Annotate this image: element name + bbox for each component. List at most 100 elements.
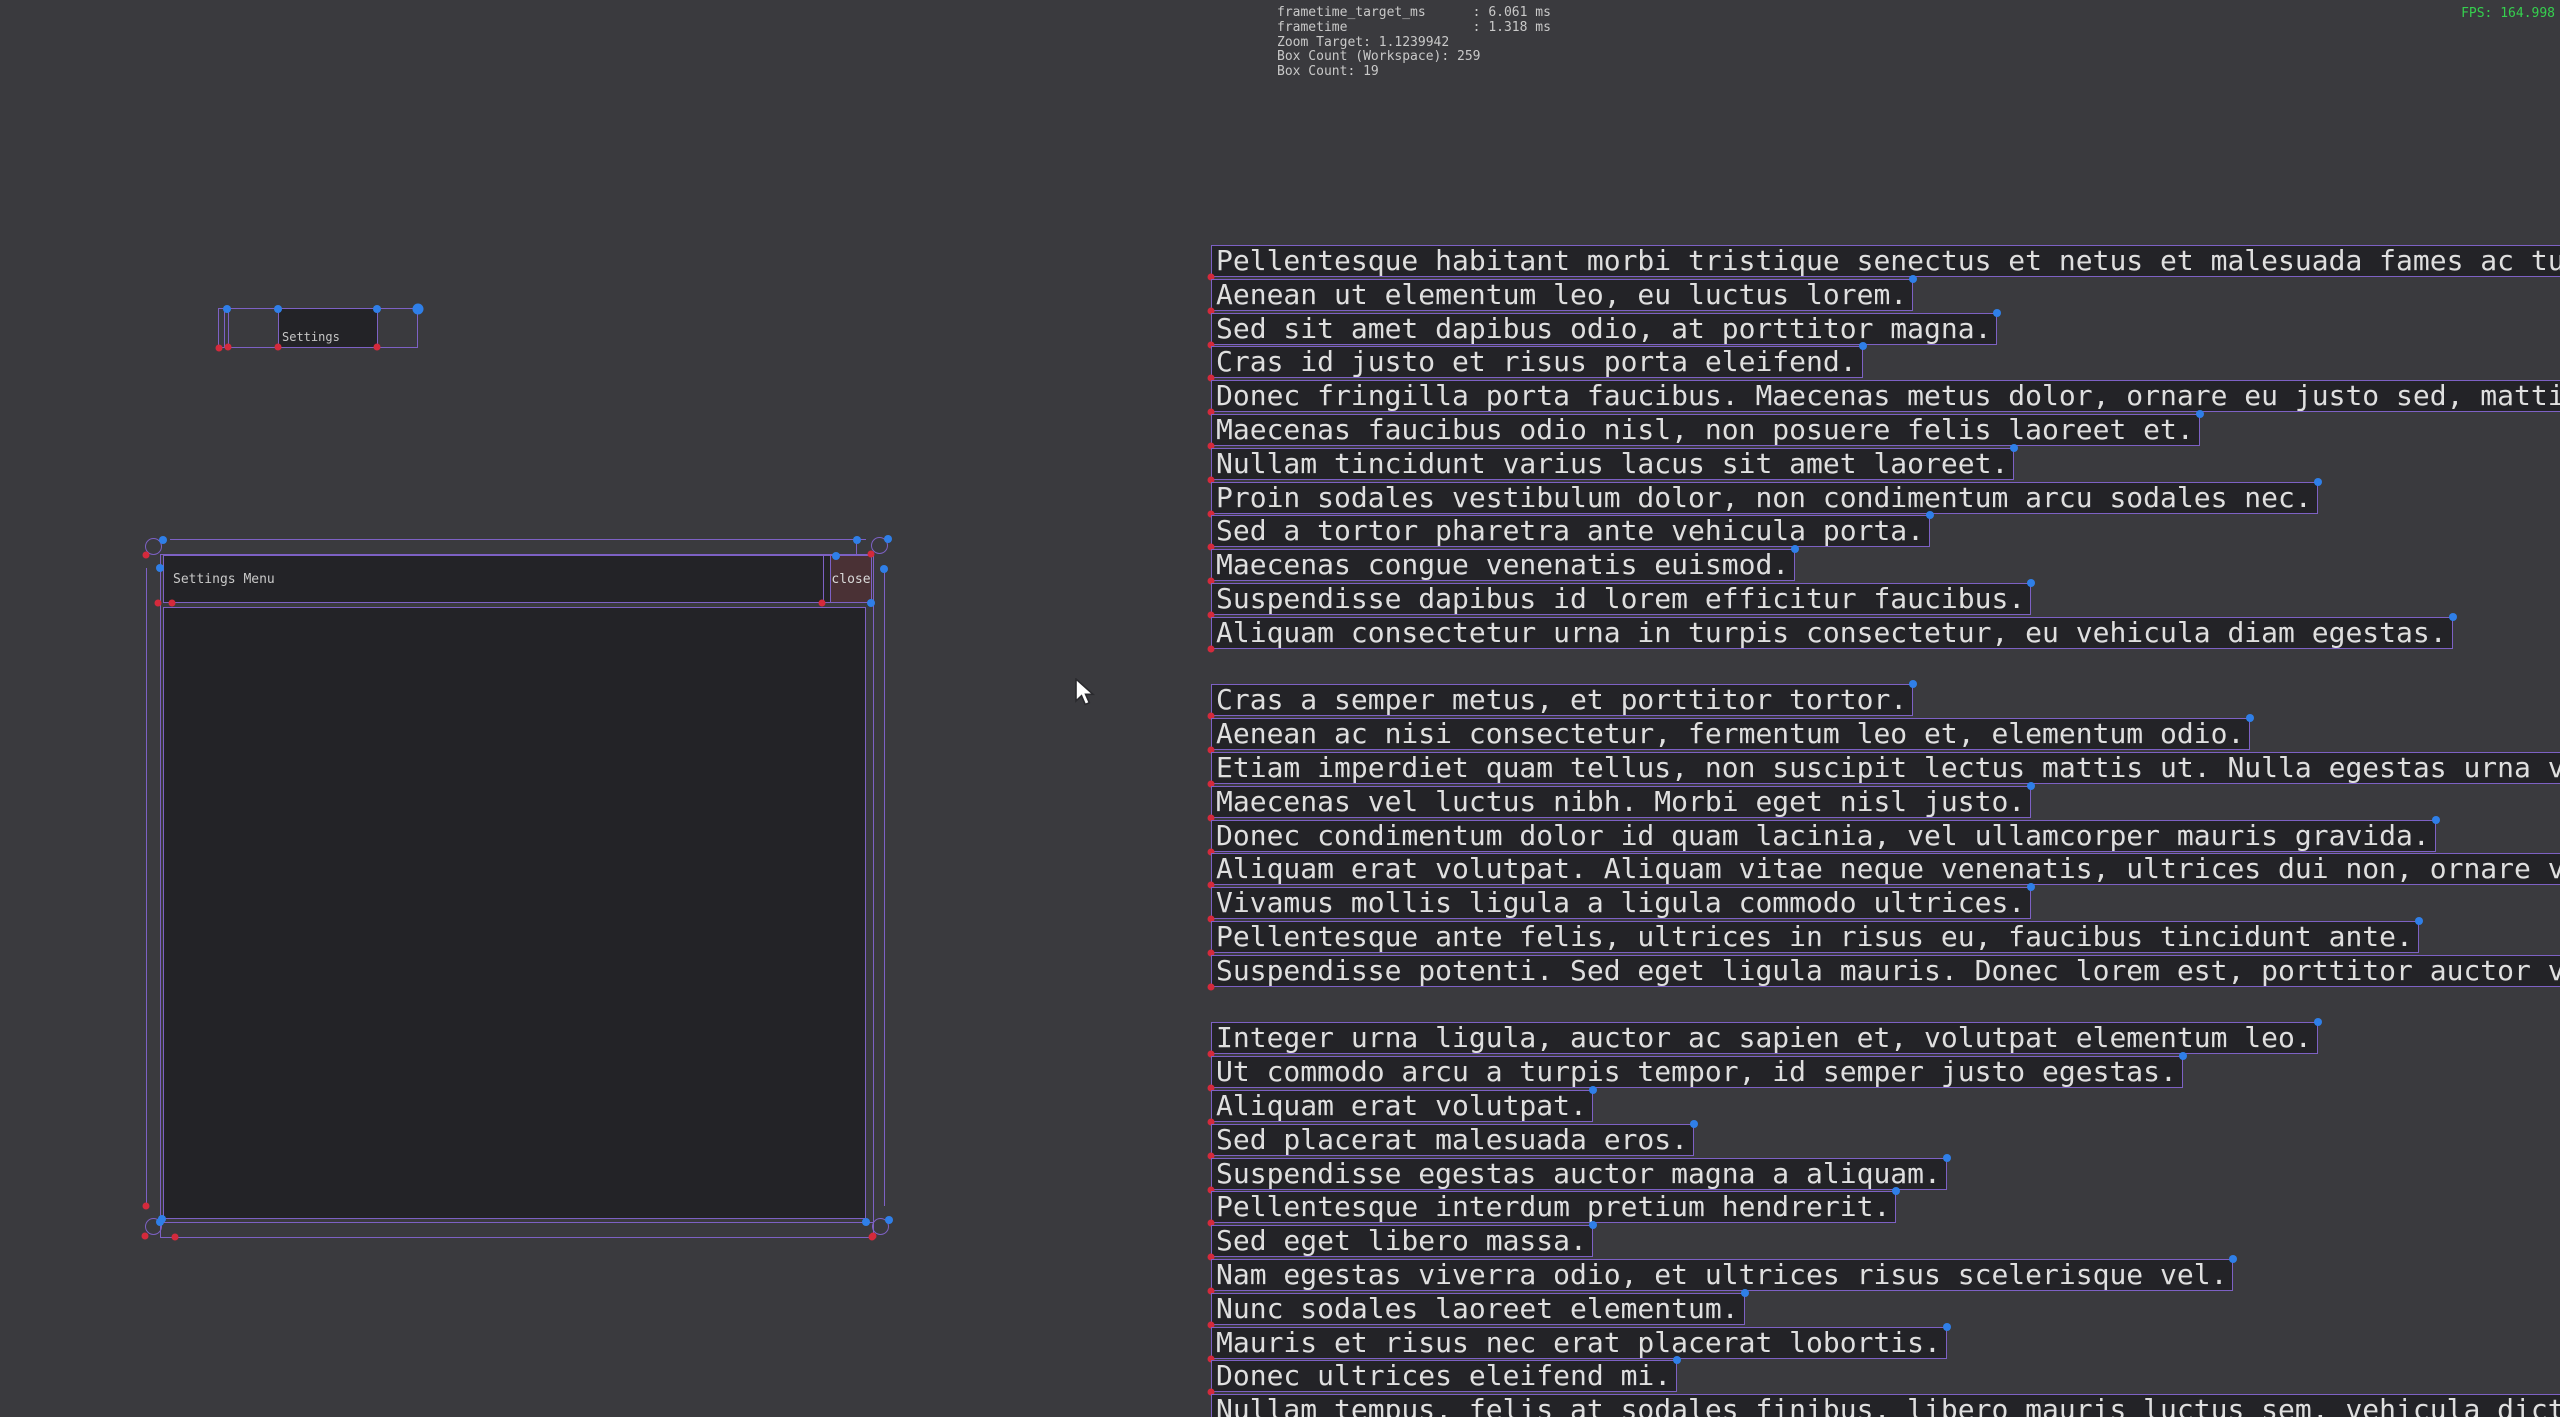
handle-dot-blue[interactable] <box>1690 1120 1698 1128</box>
handle-dot-red[interactable] <box>868 551 875 558</box>
handle-dot-blue[interactable] <box>2027 579 2035 587</box>
text-line-box[interactable]: Donec fringilla porta faucibus. Maecenas… <box>1211 380 2560 412</box>
handle-dot-blue[interactable] <box>373 305 381 313</box>
text-line-box[interactable]: Donec ultrices eleifend mi. <box>1211 1360 1677 1392</box>
panel-content-area[interactable] <box>163 607 866 1219</box>
handle-dot-blue[interactable] <box>1943 1154 1951 1162</box>
text-line-box[interactable]: Mauris et risus nec erat placerat lobort… <box>1211 1327 1947 1359</box>
text-line-box[interactable]: Pellentesque ante felis, ultrices in ris… <box>1211 921 2419 953</box>
handle-dot-red[interactable] <box>225 344 232 351</box>
handle-dot-blue[interactable] <box>2449 613 2457 621</box>
workspace[interactable]: frametime_target_ms : 6.061 ms frametime… <box>0 0 2560 1417</box>
handle-dot-blue[interactable] <box>1909 275 1917 283</box>
handle-dot-blue[interactable] <box>223 305 231 313</box>
handle-dot-blue[interactable] <box>1589 1221 1597 1229</box>
text-line-box[interactable]: Sed eget libero massa. <box>1211 1225 1593 1257</box>
text-line-box[interactable]: Pellentesque habitant morbi tristique se… <box>1211 245 2560 277</box>
text-line-box[interactable]: Donec condimentum dolor id quam lacinia,… <box>1211 820 2436 852</box>
handle-dot-blue[interactable] <box>885 1216 893 1224</box>
handle-dot-blue[interactable] <box>2314 1018 2322 1026</box>
handle-dot-red[interactable] <box>142 1233 149 1240</box>
text-line: Maecenas faucibus odio nisl, non posuere… <box>1216 413 2194 446</box>
close-button[interactable]: close <box>830 555 872 603</box>
handle-dot-blue[interactable] <box>880 565 888 573</box>
handle-dot-blue[interactable] <box>867 599 875 607</box>
text-line-box[interactable]: Etiam imperdiet quam tellus, non suscipi… <box>1211 752 2560 784</box>
handle-dot-red[interactable] <box>172 1234 179 1241</box>
handle-dot-blue[interactable] <box>2415 917 2423 925</box>
handle-dot-blue[interactable] <box>2010 444 2018 452</box>
text-line-box[interactable]: Cras a semper metus, et porttitor tortor… <box>1211 684 1913 716</box>
handle-dot-blue[interactable] <box>1909 680 1917 688</box>
text-line-box[interactable]: Aenean ac nisi consectetur, fermentum le… <box>1211 718 2250 750</box>
handle-dot-blue[interactable] <box>159 536 167 544</box>
handle-dot-blue[interactable] <box>156 564 164 572</box>
handle-dot-blue[interactable] <box>862 1218 870 1226</box>
text-line-box[interactable]: Proin sodales vestibulum dolor, non cond… <box>1211 482 2318 514</box>
text-line-box[interactable]: Nullam tincidunt varius lacus sit amet l… <box>1211 448 2014 480</box>
text-line: Sed placerat malesuada eros. <box>1216 1123 1688 1156</box>
text-line-box[interactable]: Aenean ut elementum leo, eu luctus lorem… <box>1211 279 1913 311</box>
text-line-box[interactable]: Suspendisse dapibus id lorem efficitur f… <box>1211 583 2031 615</box>
text-line-box[interactable]: Nunc sodales laoreet elementum. <box>1211 1293 1745 1325</box>
text-line-box[interactable]: Aliquam erat volutpat. <box>1211 1090 1593 1122</box>
handle-dot-blue[interactable] <box>853 536 861 544</box>
handle-dot-red[interactable] <box>819 600 826 607</box>
handle-dot-red[interactable] <box>143 1203 150 1210</box>
text-line: Ut commodo arcu a turpis tempor, id semp… <box>1216 1055 2177 1088</box>
text-line-box[interactable]: Aliquam erat volutpat. Aliquam vitae neq… <box>1211 853 2560 885</box>
handle-dot-blue[interactable] <box>2246 714 2254 722</box>
text-line-box[interactable]: Maecenas faucibus odio nisl, non posuere… <box>1211 414 2200 446</box>
handle-dot-blue[interactable] <box>1673 1356 1681 1364</box>
settings-widget-spacer-box[interactable] <box>224 308 229 348</box>
handle-dot-red[interactable] <box>143 552 150 559</box>
handle-dot-blue[interactable] <box>1943 1323 1951 1331</box>
handle-dot-blue[interactable] <box>1859 342 1867 350</box>
handle-dot-blue[interactable] <box>884 535 892 543</box>
text-line-box[interactable]: Integer urna ligula, auctor ac sapien et… <box>1211 1022 2318 1054</box>
handle-dot-blue[interactable] <box>1741 1289 1749 1297</box>
handle-dot-blue[interactable] <box>2432 816 2440 824</box>
text-line-box[interactable]: Sed sit amet dapibus odio, at porttitor … <box>1211 313 1997 345</box>
text-line-box[interactable]: Nullam tempus, felis at sodales finibus,… <box>1211 1394 2560 1417</box>
text-line-box[interactable]: Cras id justo et risus porta eleifend. <box>1211 346 1863 378</box>
text-line-box[interactable]: Suspendisse egestas auctor magna a aliqu… <box>1211 1158 1947 1190</box>
handle-dot-blue[interactable] <box>158 1215 166 1223</box>
handle-dot-blue[interactable] <box>413 304 424 315</box>
text-line-box[interactable]: Nam egestas viverra odio, et ultrices ri… <box>1211 1259 2233 1291</box>
handle-dot-blue[interactable] <box>2027 782 2035 790</box>
handle-dot-red[interactable] <box>869 1234 876 1241</box>
handle-dot-blue[interactable] <box>2314 478 2322 486</box>
handle-dot-red[interactable] <box>155 600 162 607</box>
text-line-box[interactable]: Pellentesque interdum pretium hendrerit. <box>1211 1191 1896 1223</box>
handle-dot-blue[interactable] <box>1926 511 1934 519</box>
handle-dot-blue[interactable] <box>2027 883 2035 891</box>
text-line-box[interactable]: Aliquam consectetur urna in turpis conse… <box>1211 617 2453 649</box>
mouse-cursor <box>1075 678 1099 710</box>
text-line-box[interactable]: Ut commodo arcu a turpis tempor, id semp… <box>1211 1056 2183 1088</box>
handle-dot-blue[interactable] <box>274 305 282 313</box>
handle-dot-blue[interactable] <box>2179 1052 2187 1060</box>
handle-dot-blue[interactable] <box>832 552 840 560</box>
panel-resize-bar[interactable] <box>160 1222 874 1238</box>
handle-dot-red[interactable] <box>275 344 282 351</box>
settings-widget-right-box[interactable] <box>377 308 418 348</box>
handle-dot-red[interactable] <box>374 344 381 351</box>
handle-dot-blue[interactable] <box>1589 1086 1597 1094</box>
handle-dot-blue[interactable] <box>1993 309 2001 317</box>
handle-dot-blue[interactable] <box>2229 1255 2237 1263</box>
text-line-box[interactable]: Sed placerat malesuada eros. <box>1211 1124 1694 1156</box>
text-line-box[interactable]: Sed a tortor pharetra ante vehicula port… <box>1211 515 1930 547</box>
handle-dot-blue[interactable] <box>1791 545 1799 553</box>
handle-dot-blue[interactable] <box>2196 410 2204 418</box>
handle-dot-red[interactable] <box>216 345 223 352</box>
text-line-box[interactable]: Vivamus mollis ligula a ligula commodo u… <box>1211 887 2031 919</box>
panel-title-bar[interactable]: Settings Menu <box>163 555 872 603</box>
text-line-box[interactable]: Maecenas congue venenatis euismod. <box>1211 549 1795 581</box>
text-line: Maecenas vel luctus nibh. Morbi eget nis… <box>1216 785 2025 818</box>
handle-dot-blue[interactable] <box>1892 1187 1900 1195</box>
text-line-box[interactable]: Suspendisse potenti. Sed eget ligula mau… <box>1211 955 2560 987</box>
settings-button[interactable]: Settings <box>278 308 378 348</box>
handle-dot-red[interactable] <box>169 600 176 607</box>
text-line-box[interactable]: Maecenas vel luctus nibh. Morbi eget nis… <box>1211 786 2031 818</box>
